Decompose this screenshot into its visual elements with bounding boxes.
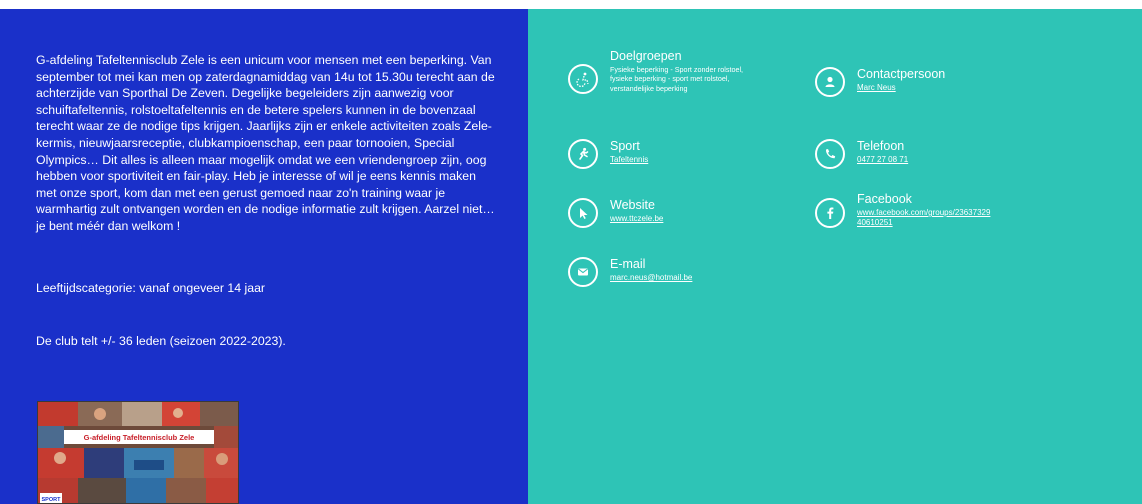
contact-name-link[interactable]: Marc Neus xyxy=(857,83,945,93)
photo-banner-text: G-afdeling Tafeltennisclub Zele xyxy=(84,433,195,442)
email-link[interactable]: marc.neus@hotmail.be xyxy=(610,273,692,283)
info-panel: Doelgroepen Fysieke beperking - Sport zo… xyxy=(528,9,1142,504)
website-text: Website www.ttczele.be xyxy=(610,198,663,224)
facebook-text: Facebook www.facebook.com/groups/2363732… xyxy=(857,192,990,228)
info-phone: Telefoon 0477 27 08 71 xyxy=(815,139,908,169)
info-sport: Sport Tafeltennis xyxy=(568,139,648,169)
accessibility-icon xyxy=(568,64,598,94)
info-website: Website www.ttczele.be xyxy=(568,198,663,228)
envelope-icon xyxy=(568,257,598,287)
member-count: De club telt +/- 36 leden (seizoen 2022-… xyxy=(36,334,286,348)
contact-text: Contactpersoon Marc Neus xyxy=(857,67,945,93)
phone-title: Telefoon xyxy=(857,139,905,153)
facebook-title: Facebook xyxy=(857,192,912,206)
facebook-icon xyxy=(815,198,845,228)
club-photo[interactable]: G-afdeling Tafeltennisclub Zele SPORT xyxy=(37,401,239,504)
target-groups-title: Doelgroepen xyxy=(610,49,682,63)
about-paragraph: G-afdeling Tafeltennisclub Zele is een u… xyxy=(36,53,495,233)
photo-collage: G-afdeling Tafeltennisclub Zele SPORT xyxy=(38,402,238,503)
facebook-link-line: www.facebook.com/groups/23637329 xyxy=(857,208,991,217)
photo-badge-text: SPORT xyxy=(42,497,62,503)
top-strip xyxy=(0,0,1142,9)
info-facebook: Facebook www.facebook.com/groups/2363732… xyxy=(815,192,990,228)
website-link[interactable]: www.ttczele.be xyxy=(610,214,663,224)
target-groups-text: Doelgroepen Fysieke beperking - Sport zo… xyxy=(610,49,780,93)
target-group-line: verstandelijke beperking xyxy=(610,83,688,93)
info-target-groups: Doelgroepen Fysieke beperking - Sport zo… xyxy=(568,49,780,94)
facebook-link[interactable]: www.facebook.com/groups/23637329 4061025… xyxy=(857,208,990,228)
phone-text: Telefoon 0477 27 08 71 xyxy=(857,139,908,165)
target-group-line: Fysieke beperking - Sport zonder rolstoe… xyxy=(610,65,744,74)
website-title: Website xyxy=(610,198,655,212)
person-icon xyxy=(815,67,845,97)
page: G-afdeling Tafeltennisclub Zele is een u… xyxy=(0,0,1142,504)
phone-icon xyxy=(815,139,845,169)
runner-icon xyxy=(568,139,598,169)
phone-link[interactable]: 0477 27 08 71 xyxy=(857,155,908,165)
sport-link[interactable]: Tafeltennis xyxy=(610,155,648,165)
target-group-line: fysieke beperking - sport met rolstoel, xyxy=(610,74,730,84)
about-text: G-afdeling Tafeltennisclub Zele is een u… xyxy=(36,52,498,235)
email-text: E-mail marc.neus@hotmail.be xyxy=(610,257,692,283)
sport-text: Sport Tafeltennis xyxy=(610,139,648,165)
facebook-link-line: 40610251 xyxy=(857,218,893,227)
email-title: E-mail xyxy=(610,257,646,271)
info-contact: Contactpersoon Marc Neus xyxy=(815,67,945,97)
age-category: Leeftijdscategorie: vanaf ongeveer 14 ja… xyxy=(36,281,266,295)
sport-title: Sport xyxy=(610,139,640,153)
cursor-icon xyxy=(568,198,598,228)
contact-title: Contactpersoon xyxy=(857,67,946,81)
about-panel: G-afdeling Tafeltennisclub Zele is een u… xyxy=(0,9,528,504)
info-email: E-mail marc.neus@hotmail.be xyxy=(568,257,692,287)
